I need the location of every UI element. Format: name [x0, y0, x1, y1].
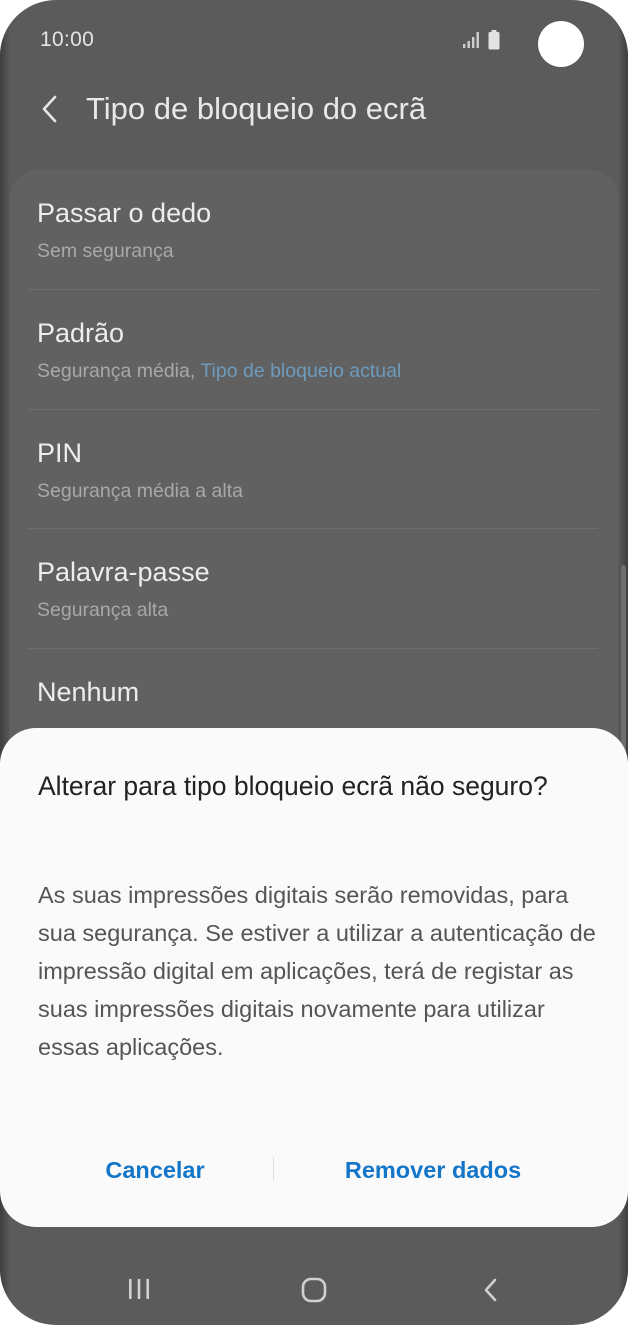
lock-option-subtitle: Segurança alta [37, 599, 169, 621]
lock-option-title: Passar o dedo [37, 198, 212, 228]
lock-option-title: PIN [37, 438, 83, 468]
lock-option-swipe[interactable]: Passar o dedo Sem segurança [10, 170, 618, 289]
chevron-left-icon [42, 95, 57, 123]
current-lock-type-label: Tipo de bloqueio actual [200, 360, 402, 382]
lock-option-subtitle: Segurança média a alta [37, 480, 243, 502]
cancel-button[interactable]: Cancelar [54, 1146, 256, 1194]
back-button[interactable] [30, 86, 70, 132]
lock-option-subtitle: Sem segurança [37, 240, 174, 262]
recents-icon[interactable] [126, 1278, 152, 1300]
remove-data-button[interactable]: Remover dados [290, 1146, 576, 1194]
camera-cutout [538, 21, 584, 67]
lock-option-pattern[interactable]: Padrão Segurança média, Tipo de bloqueio… [10, 290, 618, 409]
signal-icon [463, 32, 479, 48]
lock-option-title: Nenhum [37, 677, 140, 707]
navigation-bar [0, 1250, 628, 1325]
lock-option-pin[interactable]: PIN Segurança média a alta [10, 410, 618, 529]
lock-option-password[interactable]: Palavra-passe Segurança alta [10, 529, 618, 648]
status-time: 10:00 [40, 28, 95, 51]
page-title: Tipo de bloqueio do ecrã [86, 91, 427, 126]
lock-option-title: Padrão [37, 318, 125, 348]
dialog-title: Alterar para tipo bloqueio ecrã não segu… [38, 771, 548, 801]
nav-back-icon[interactable] [478, 1276, 504, 1304]
home-icon[interactable] [300, 1276, 328, 1304]
battery-icon [488, 30, 500, 50]
lock-option-subtitle: Segurança média, Tipo de bloqueio actual [37, 360, 402, 382]
phone-screen: 10:00 Tipo de bloqueio do ecrã Passar o … [0, 0, 628, 1325]
confirm-dialog: Alterar para tipo bloqueio ecrã não segu… [0, 728, 628, 1227]
lock-option-title: Palavra-passe [37, 557, 210, 587]
button-separator [273, 1157, 274, 1181]
dialog-message: As suas impressões digitais serão removi… [38, 882, 596, 1060]
status-bar: 10:00 [0, 0, 628, 80]
